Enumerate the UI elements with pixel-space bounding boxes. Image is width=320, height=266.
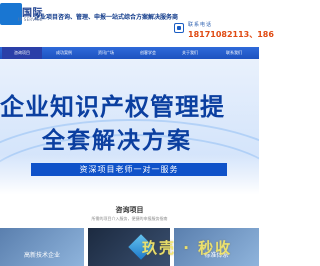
nav-item-contact[interactable]: 联系我们 <box>212 47 256 59</box>
section-title: 咨询项目 <box>115 206 144 214</box>
phone-icon <box>174 23 184 33</box>
contact-phone[interactable]: 18171082113、186 <box>188 29 274 40</box>
contact-label: 联系电话 <box>188 22 213 28</box>
banner-tagline: 资深项目老师一对一服务 <box>79 165 179 174</box>
hero-banner[interactable]: 企业知识产权管理提 全套解决方案 资深项目老师一对一服务 <box>0 59 259 194</box>
nav-item-news[interactable]: 资讯广场 <box>86 47 126 59</box>
header-slogan: 企业项目咨询、管理、申报一站式综合方案解决服务商 <box>34 14 179 21</box>
nav-item-consulting[interactable]: 咨询项目 <box>2 47 42 59</box>
banner-headline: 企业知识产权管理提 <box>0 93 225 121</box>
nav-item-cases[interactable]: 成功案例 <box>44 47 84 59</box>
main-nav: 咨询项目 成功案例 资讯广场 创客学会 关于我们 联系我们 <box>0 47 259 59</box>
site-header: 国际 IP SERVICE 企业项目咨询、管理、申报一站式综合方案解决服务商 联… <box>0 0 274 44</box>
service-card-label: 高新技术企业 <box>23 252 60 259</box>
service-card-hightech[interactable]: 高新技术企业 <box>0 228 84 266</box>
banner-subhead: 全套解决方案 <box>42 128 192 154</box>
nav-item-academy[interactable]: 创客学会 <box>128 47 168 59</box>
nav-item-about[interactable]: 关于我们 <box>170 47 210 59</box>
section-subtitle: 所需的项目介入服务，便捷的申报服务指南 <box>91 216 168 221</box>
banner-tagline-bar: 资深项目老师一对一服务 <box>31 163 227 176</box>
watermark-text: 玖壳 · 秒收 <box>142 239 233 257</box>
